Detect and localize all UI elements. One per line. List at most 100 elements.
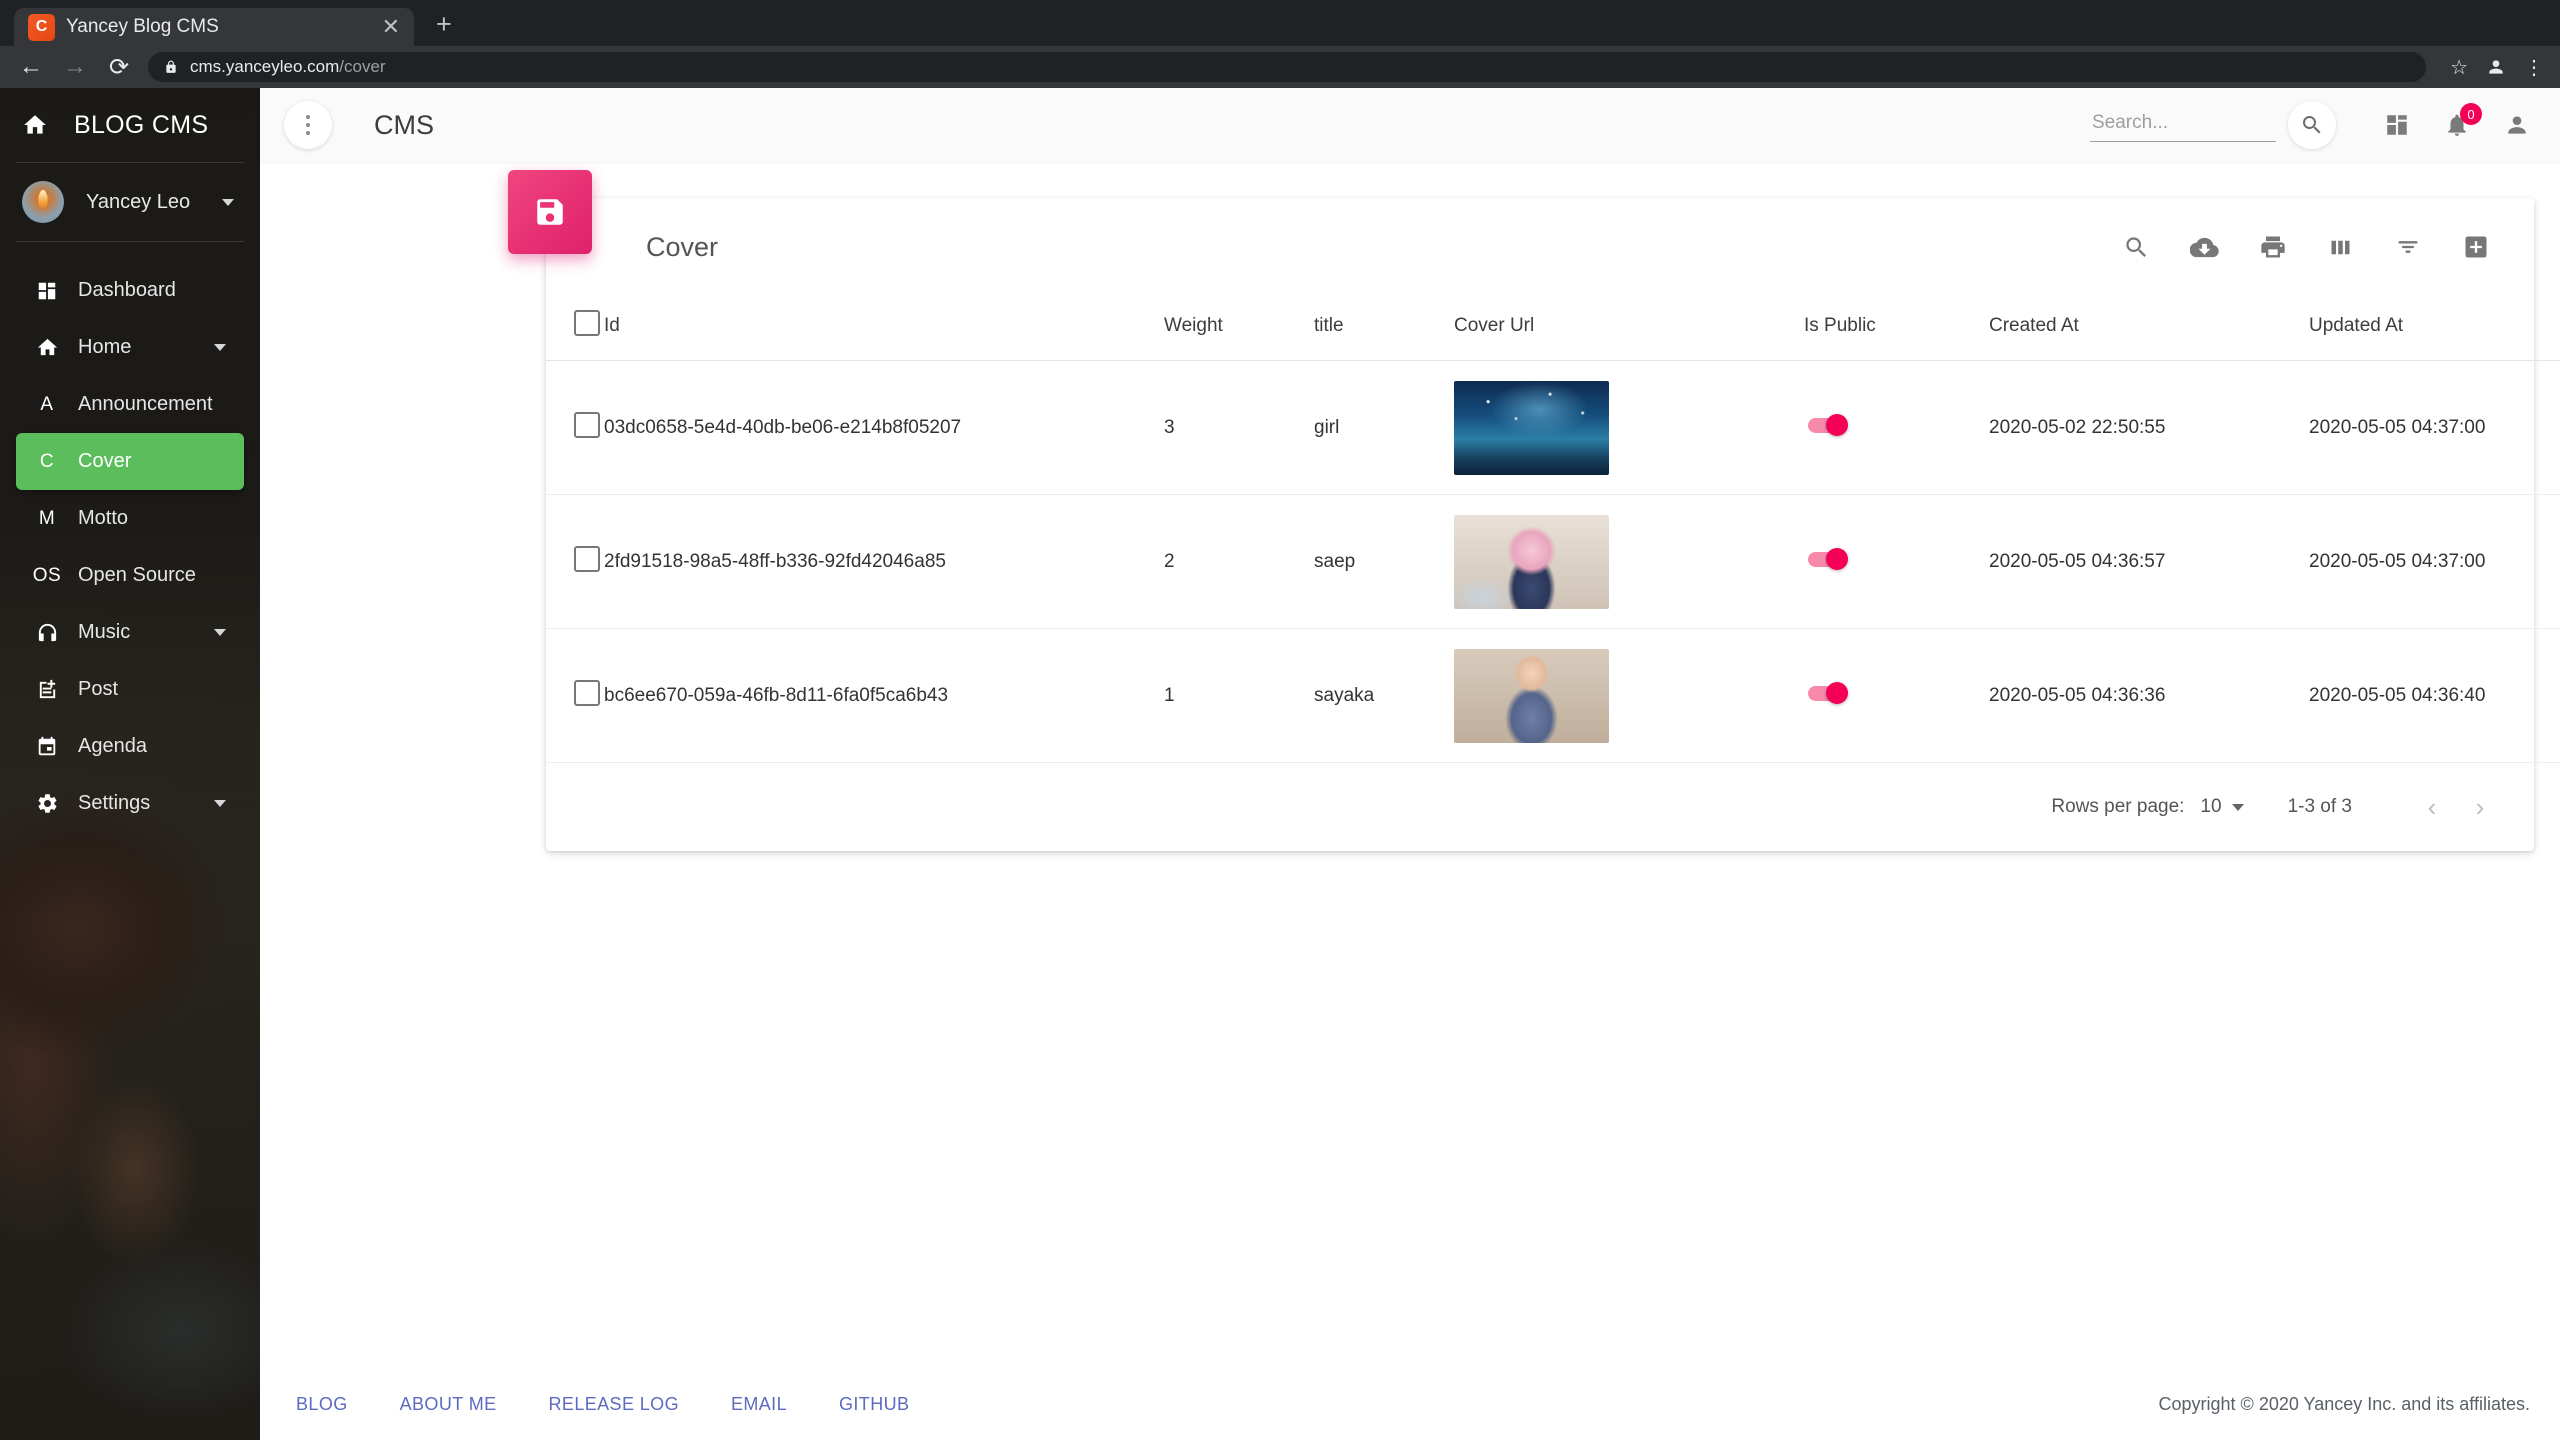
forward-icon[interactable]: → [60,53,90,81]
column-header-created-at[interactable]: Created At [1989,296,2309,361]
table-row[interactable]: 03dc0658-5e4d-40db-be06-e214b8f05207 3 g… [546,360,2560,495]
cover-thumbnail[interactable] [1454,514,1609,609]
previous-page-button[interactable]: ‹ [2408,783,2456,831]
select-all-checkbox[interactable] [574,310,600,336]
save-button[interactable] [508,170,592,254]
back-icon[interactable]: ← [16,53,46,81]
cover-table-card: Cover Id Weight title Cover Url Is Publi… [508,170,2560,851]
chevron-down-icon[interactable] [222,198,234,206]
notifications-bell-icon[interactable]: 0 [2444,103,2482,138]
sidebar-item-music[interactable]: Music [16,604,244,661]
is-public-toggle[interactable] [1804,681,1860,704]
sidebar-item-post[interactable]: Post [16,661,244,718]
cell-id: 2fd91518-98a5-48ff-b336-92fd42046a85 [604,494,1164,629]
cell-cover-url [1454,360,1804,495]
sidebar-item-label: Music [78,621,131,643]
close-icon[interactable]: ✕ [382,16,400,38]
user-account-icon[interactable] [2504,112,2530,138]
footer-link-release-log[interactable]: RELEASE LOG [549,1394,679,1415]
row-checkbox[interactable] [574,679,600,706]
cell-title: saep [1314,494,1454,629]
column-header-id[interactable]: Id [604,296,1164,361]
cell-weight: 3 [1164,360,1314,495]
sidebar-item-home[interactable]: Home [16,319,244,376]
cloud-download-icon[interactable] [2190,233,2219,262]
profile-name: Yancey Leo [86,190,191,213]
new-tab-icon[interactable]: + [436,9,452,40]
column-header-cover-url[interactable]: Cover Url [1454,296,1804,361]
chevron-down-icon[interactable] [214,344,226,351]
sidebar-item-settings[interactable]: Settings [16,775,244,832]
row-checkbox[interactable] [574,545,600,572]
rows-per-page-select[interactable]: 10 [2200,796,2244,818]
reload-icon[interactable]: ⟳ [104,53,134,82]
more-vert-icon[interactable] [284,101,332,149]
search-input[interactable] [2090,108,2276,142]
apps-grid-icon[interactable] [2384,112,2410,138]
row-checkbox[interactable] [574,411,600,438]
is-public-toggle[interactable] [1804,547,1860,570]
chevron-down-icon[interactable] [214,800,226,807]
card-toolbar [2123,233,2534,262]
next-page-button[interactable]: › [2456,783,2504,831]
favicon-icon: C [28,13,55,41]
sidebar-profile[interactable]: Yancey Leo [0,163,260,241]
filter-list-icon[interactable] [2394,233,2422,261]
column-header-title[interactable]: title [1314,296,1454,361]
bookmark-star-icon[interactable]: ☆ [2450,55,2468,80]
address-bar[interactable]: cms.yanceyleo.com/cover [148,52,2427,82]
sidebar-item-dashboard[interactable]: Dashboard [16,262,244,319]
select-all-header [546,296,604,361]
browser-window: C Yancey Blog CMS ✕ + ← → ⟳ cms.yanceyle… [0,0,2560,1440]
browser-profile-icon[interactable] [2486,57,2506,77]
browser-tabstrip: C Yancey Blog CMS ✕ + [0,0,2560,46]
dashboard-icon [16,280,78,302]
home-icon [22,112,48,138]
cell-id: 03dc0658-5e4d-40db-be06-e214b8f05207 [604,360,1164,495]
cell-title: sayaka [1314,628,1454,763]
search-button[interactable] [2288,101,2336,149]
page-content: Cover Id Weight title Cover Url Is Publi… [260,162,2560,1440]
card-title: Cover [646,231,719,262]
sidebar-brand[interactable]: BLOG CMS [0,88,260,162]
footer-link-email[interactable]: EMAIL [731,1394,787,1415]
sidebar-item-open-source[interactable]: OS Open Source [16,547,244,604]
notification-badge: 0 [2460,103,2482,125]
cell-is-public [1804,628,1989,763]
print-icon[interactable] [2259,233,2287,261]
column-header-weight[interactable]: Weight [1164,296,1314,361]
search-icon[interactable] [2123,234,2150,261]
cover-thumbnail[interactable] [1454,380,1609,475]
page-viewport: BLOG CMS Yancey Leo Dashboard Home A Ann… [0,88,2560,1440]
chevron-down-icon[interactable] [214,629,226,636]
cell-id: bc6ee670-059a-46fb-8d11-6fa0f5ca6b43 [604,628,1164,763]
footer-links: BLOG ABOUT ME RELEASE LOG EMAIL GITHUB [296,1394,909,1415]
browser-omnibar: ← → ⟳ cms.yanceyleo.com/cover ☆ ⋮ [0,46,2560,88]
table-row[interactable]: bc6ee670-059a-46fb-8d11-6fa0f5ca6b43 1 s… [546,628,2560,763]
sidebar-item-motto[interactable]: M Motto [16,490,244,547]
home-icon [16,336,78,359]
table-row[interactable]: 2fd91518-98a5-48ff-b336-92fd42046a85 2 s… [546,494,2560,629]
footer-link-github[interactable]: GITHUB [839,1394,909,1415]
browser-menu-icon[interactable]: ⋮ [2524,55,2544,80]
cover-thumbnail[interactable] [1454,648,1609,743]
view-column-icon[interactable] [2327,234,2354,261]
is-public-toggle[interactable] [1804,413,1860,436]
sidebar-item-agenda[interactable]: Agenda [16,718,244,775]
browser-tab[interactable]: C Yancey Blog CMS ✕ [14,8,414,46]
toggle-knob [1826,681,1848,704]
footer-link-about-me[interactable]: ABOUT ME [400,1394,497,1415]
sidebar-item-label: Agenda [78,735,147,757]
sidebar-item-label: Cover [78,450,132,472]
sidebar-item-cover[interactable]: C Cover [16,433,244,490]
headphones-icon [16,621,78,644]
sidebar: BLOG CMS Yancey Leo Dashboard Home A Ann… [0,88,260,1440]
column-header-updated-at[interactable]: Updated At [2309,296,2560,361]
sidebar-item-announcement[interactable]: A Announcement [16,376,244,433]
row-select-cell [546,494,604,629]
add-box-icon[interactable] [2462,233,2490,261]
page-footer: BLOG ABOUT ME RELEASE LOG EMAIL GITHUB C… [260,1368,2560,1440]
column-header-is-public[interactable]: Is Public [1804,296,1989,361]
footer-link-blog[interactable]: BLOG [296,1394,348,1415]
sidebar-item-label: Dashboard [78,279,176,301]
